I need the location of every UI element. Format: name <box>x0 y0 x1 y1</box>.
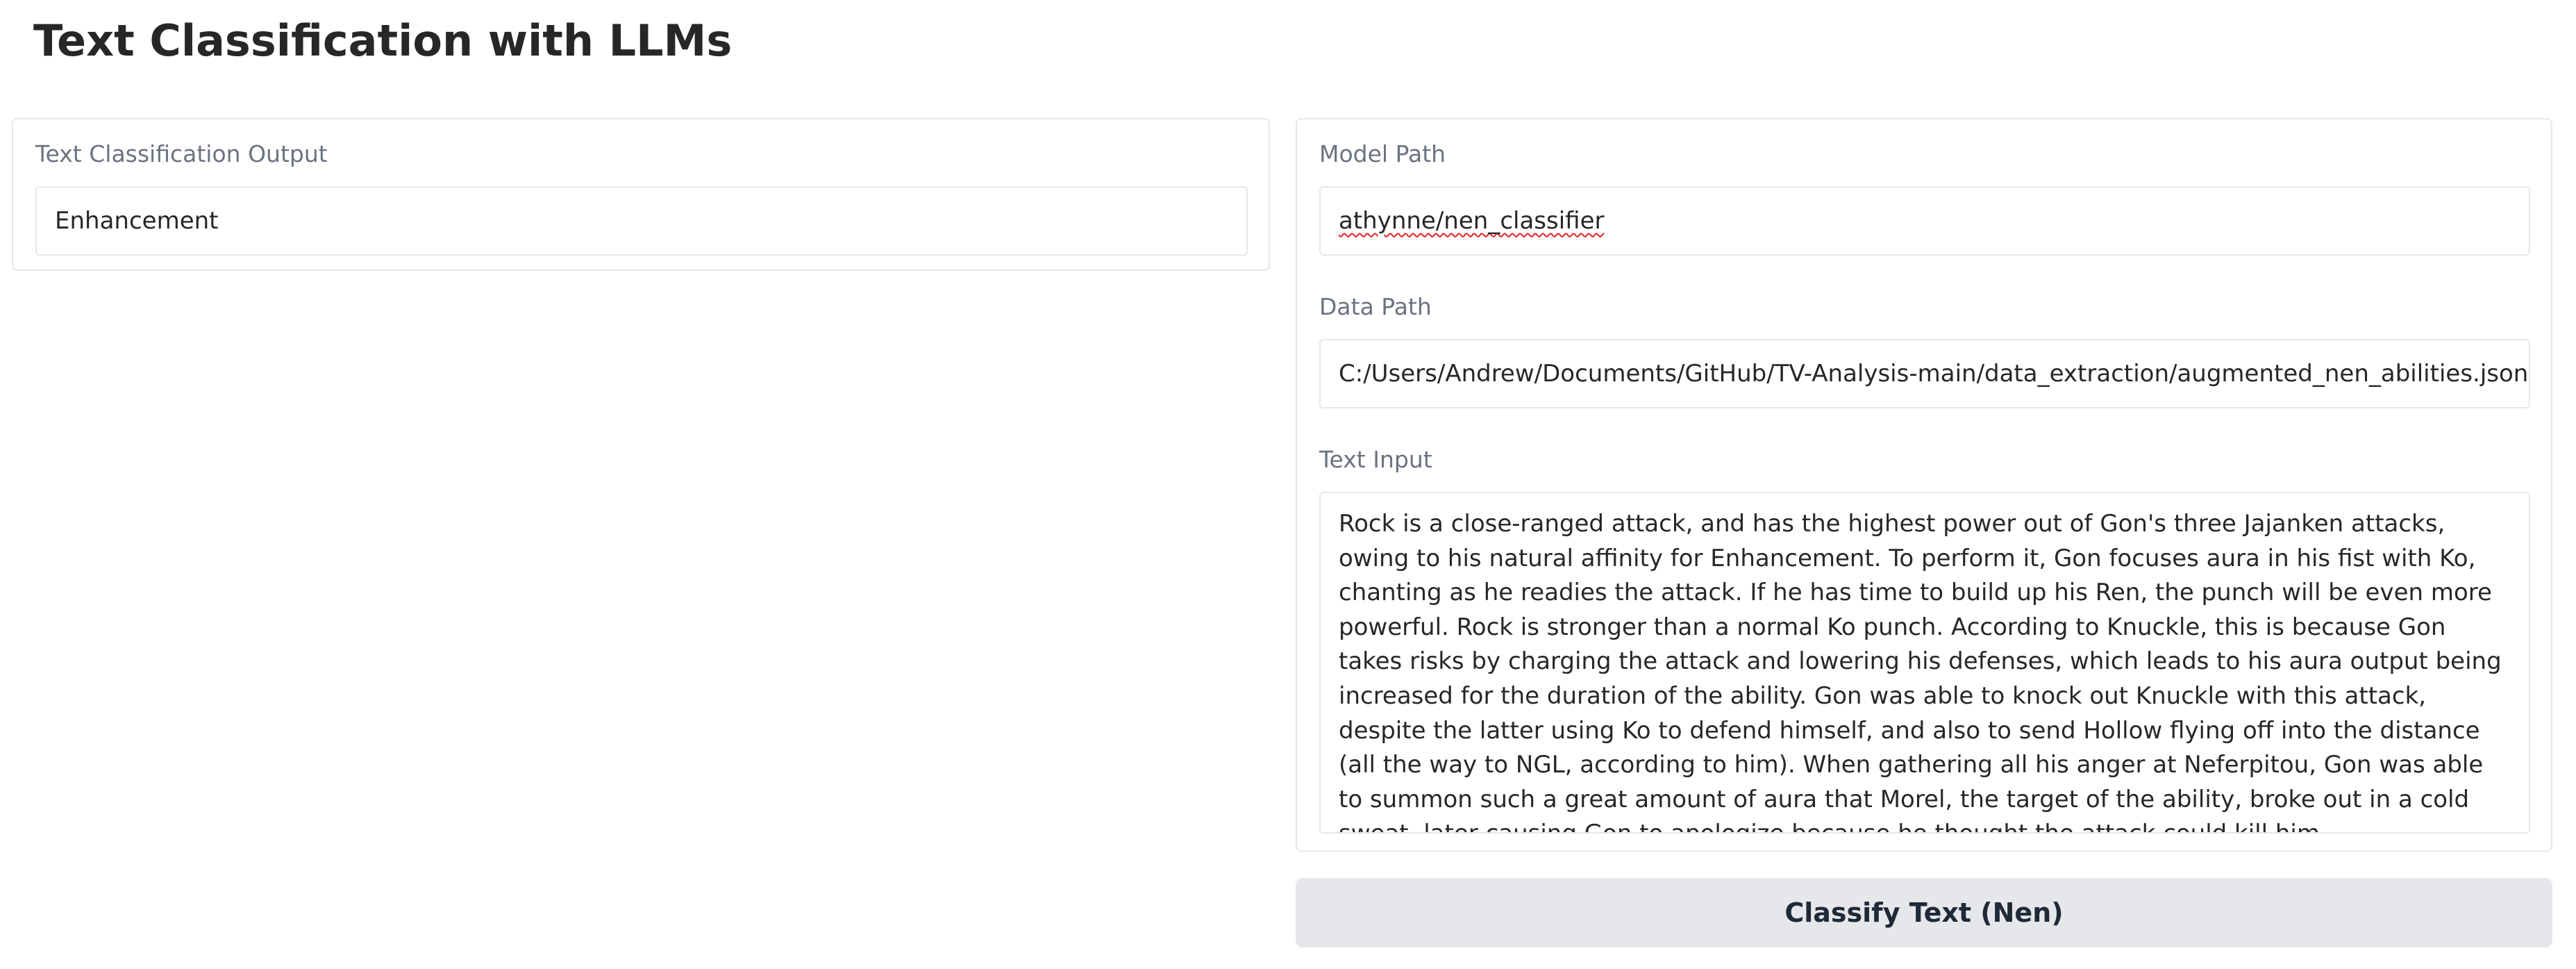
data-path-value: C:/Users/Andrew/Documents/GitHub/TV-Anal… <box>1339 360 2530 388</box>
output-value: Enhancement <box>55 207 219 235</box>
model-path-value: athynne/nen_classifier <box>1339 207 1605 235</box>
model-path-input[interactable]: athynne/nen_classifier <box>1319 186 2530 256</box>
classify-button[interactable]: Classify Text (Nen) <box>1296 878 2552 947</box>
text-input-label: Text Input <box>1319 446 1432 473</box>
output-panel: Text Classification Output Enhancement <box>12 118 1270 271</box>
page-title: Text Classification with LLMs <box>33 15 733 66</box>
text-input-area[interactable]: Rock is a close-ranged attack, and has t… <box>1319 492 2530 834</box>
output-label: Text Classification Output <box>35 140 328 167</box>
text-input-value: Rock is a close-ranged attack, and has t… <box>1339 510 2502 832</box>
app-page: Text Classification with LLMs Text Class… <box>0 0 2576 969</box>
model-path-label: Model Path <box>1319 140 1446 167</box>
output-field[interactable]: Enhancement <box>35 186 1248 256</box>
data-path-input[interactable]: C:/Users/Andrew/Documents/GitHub/TV-Anal… <box>1319 339 2530 408</box>
data-path-label: Data Path <box>1319 293 1432 320</box>
input-panel: Model Path athynne/nen_classifier Data P… <box>1296 118 2552 852</box>
